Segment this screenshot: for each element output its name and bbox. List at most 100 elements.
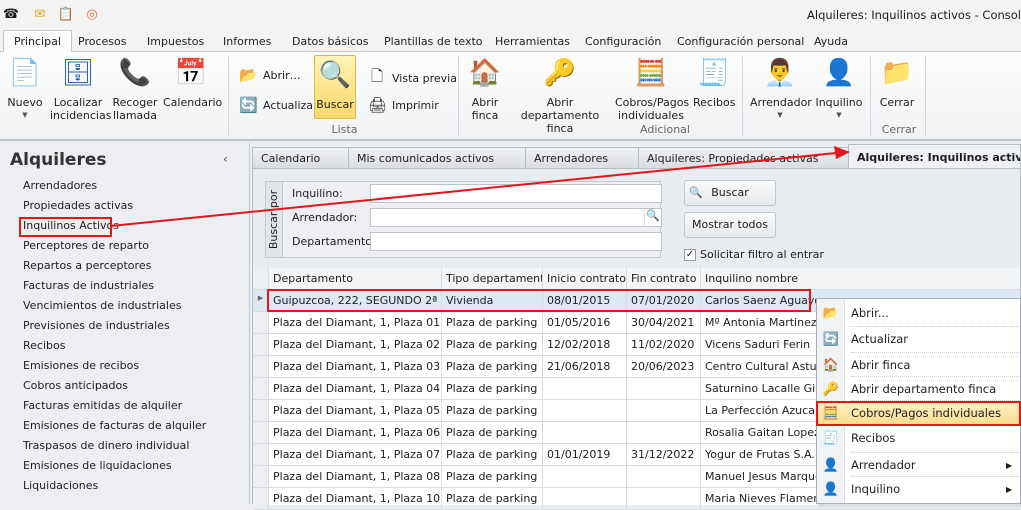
abrir-finca-button[interactable]: 🏠 Abrir finca: [466, 56, 504, 123]
ribbon-tab-5[interactable]: Plantillas de texto: [384, 33, 483, 50]
table-cell: Plaza de parking: [442, 422, 543, 444]
table-cell: Plaza de parking: [442, 444, 543, 466]
dropdown-caret-icon: ▼: [22, 111, 28, 119]
sidebar-item[interactable]: Propiedades activas: [23, 199, 133, 212]
folder-open-icon: 📂: [239, 66, 258, 84]
search-group: Buscar por Inquilino: Arrendador: 🔍 Depa…: [265, 181, 662, 258]
buscar-search-button[interactable]: 🔍 Buscar: [684, 180, 776, 206]
ribbon-tab-6[interactable]: Herramientas: [495, 33, 570, 50]
ribbon-tab-0[interactable]: Principal: [3, 30, 72, 53]
file-cabinet-icon: 🗄: [61, 57, 95, 88]
checkbox-check-icon: ✓: [684, 248, 696, 261]
row-indicator-header: [253, 268, 269, 290]
ribbon-tab-8[interactable]: Configuración personal: [677, 33, 804, 50]
context-menu-item[interactable]: 🔑 Abrir departamento finca: [817, 377, 1020, 401]
context-menu-item[interactable]: 🧾 Recibos: [817, 426, 1020, 450]
table-cell: Plaza de parking: [442, 488, 543, 510]
ribbon-tab-9[interactable]: Ayuda: [814, 33, 848, 50]
sidebar-item[interactable]: Emisiones de facturas de alquiler: [23, 419, 206, 432]
doc-tab-propiedades[interactable]: Alquileres: Propiedades activas: [638, 147, 852, 169]
inquilino-input[interactable]: [370, 184, 662, 203]
sidebar-item[interactable]: Repartos a perceptores: [23, 259, 151, 272]
house-icon: 🏠: [468, 57, 502, 88]
actualizar-button[interactable]: 🔄 Actualizar: [239, 96, 318, 114]
ribbon-tab-3[interactable]: Informes: [223, 33, 271, 50]
sidebar-item[interactable]: Recibos: [23, 339, 65, 352]
ribbon-tab-2[interactable]: Impuestos: [147, 33, 204, 50]
calendario-button[interactable]: 📅 Calendario: [163, 56, 222, 110]
landlord-icon: 👨‍💼: [763, 57, 797, 88]
sidebar-item[interactable]: Liquidaciones: [23, 479, 98, 492]
imprimir-button[interactable]: 🖨 Imprimir: [368, 96, 439, 114]
doc-tab-arrendadores[interactable]: Arrendadores: [525, 147, 639, 169]
sidebar-item[interactable]: Perceptores de reparto: [23, 239, 149, 252]
menu-item-label: Inquilino: [851, 482, 901, 496]
nuevo-button[interactable]: 📄 Nuevo ▼: [6, 56, 44, 122]
sidebar-item[interactable]: Previsiones de industriales: [23, 319, 170, 332]
arrendador-label: Arrendador:: [292, 211, 358, 224]
arrendador-lookup-icon[interactable]: 🔍: [644, 209, 661, 226]
mostrar-todos-button[interactable]: Mostrar todos: [684, 212, 776, 238]
column-header[interactable]: Fin contrato: [627, 268, 701, 290]
doc-tab-comunicados[interactable]: Mis comunicados activos: [348, 147, 526, 169]
context-menu-item[interactable]: 🏠 Abrir finca: [817, 353, 1020, 377]
cobros-pagos-button[interactable]: 🧮 Cobros/Pagos individuales: [615, 56, 689, 123]
sidebar-item[interactable]: Vencimientos de industriales: [23, 299, 181, 312]
broadcast-icon[interactable]: ◎: [83, 6, 101, 24]
column-header[interactable]: Inquilino nombre: [701, 268, 1020, 290]
recoger-llamada-button[interactable]: 📞 Recoger llamada: [112, 56, 158, 123]
buscar-button[interactable]: 🔍 Buscar: [314, 55, 356, 119]
context-menu-item[interactable]: 👤 Arrendador ▶: [817, 453, 1020, 477]
table-cell: [627, 466, 701, 488]
ribbon-separator: [925, 56, 926, 136]
sidebar-item[interactable]: Traspasos de dinero individual: [23, 439, 189, 452]
ribbon-tab-1[interactable]: Procesos: [78, 33, 126, 50]
row-indicator: [253, 422, 269, 444]
column-header[interactable]: Departamento: [269, 268, 442, 290]
table-cell: Plaza de parking: [442, 334, 543, 356]
departamento-input[interactable]: [370, 232, 662, 251]
phone-icon[interactable]: ☎: [2, 6, 20, 24]
recibos-button[interactable]: 🧾 Recibos: [693, 56, 735, 110]
arrendador-input[interactable]: [370, 208, 662, 227]
table-cell: 30/04/2021: [627, 312, 701, 334]
abrir-finca-label: Abrir finca: [471, 96, 499, 122]
context-menu-item[interactable]: 🔄 Actualizar: [817, 327, 1020, 351]
sidebar-item[interactable]: Arrendadores: [23, 179, 97, 192]
table-cell: Plaza del Diamant, 1, Plaza 03: [269, 356, 442, 378]
table-cell: 20/06/2023: [627, 356, 701, 378]
table-cell: [543, 466, 627, 488]
row-indicator: [253, 334, 269, 356]
mail-icon[interactable]: ✉: [31, 6, 49, 24]
doc-tab-calendario[interactable]: Calendario: [252, 147, 349, 169]
menu-item-label: Abrir finca: [851, 358, 911, 372]
dropdown-caret-icon: ▼: [777, 111, 783, 119]
table-cell: [543, 422, 627, 444]
column-header[interactable]: Inicio contrato: [543, 268, 627, 290]
sidebar-item[interactable]: Facturas emitidas de alquiler: [23, 399, 182, 412]
context-menu-item[interactable]: 👤 Inquilino ▶: [817, 477, 1020, 501]
inquilino-button[interactable]: 👤 Inquilino ▼: [815, 56, 863, 122]
sidebar-item[interactable]: Emisiones de recibos: [23, 359, 139, 372]
printer-icon: 🖨: [368, 96, 388, 114]
sidebar-item[interactable]: Facturas de industriales: [23, 279, 154, 292]
column-header[interactable]: Tipo departamento: [442, 268, 543, 290]
sidebar-item[interactable]: Emisiones de liquidaciones: [23, 459, 172, 472]
localizar-incidencias-button[interactable]: 🗄 Localizar incidencias: [50, 56, 111, 123]
ribbon-tab-7[interactable]: Configuración: [585, 33, 661, 50]
clipboard-icon[interactable]: 📋: [57, 6, 75, 24]
vista-previa-button[interactable]: 🗋 Vista previa: [368, 66, 457, 91]
abrir-button[interactable]: 📂 Abrir…: [239, 66, 301, 84]
ribbon-tab-4[interactable]: Datos básicos: [292, 33, 369, 50]
solicitar-filtro-checkbox[interactable]: ✓ Solicitar filtro al entrar: [684, 248, 824, 261]
table-cell: Plaza de parking: [442, 312, 543, 334]
table-cell: Plaza del Diamant, 1, Plaza 04: [269, 378, 442, 400]
arrendador-button[interactable]: 👨‍💼 Arrendador ▼: [750, 56, 812, 122]
table-cell: [543, 488, 627, 510]
sidebar-item[interactable]: Cobros anticipados: [23, 379, 128, 392]
doc-tab-inquilinos-activos[interactable]: Alquileres: Inquilinos activos: [848, 144, 1021, 170]
dropdown-caret-icon: ▼: [836, 111, 842, 119]
cerrar-button[interactable]: 📁 Cerrar: [876, 56, 918, 110]
context-menu-item[interactable]: 📂 Abrir...: [817, 301, 1020, 325]
collapse-chevron-icon[interactable]: ‹: [223, 152, 228, 166]
